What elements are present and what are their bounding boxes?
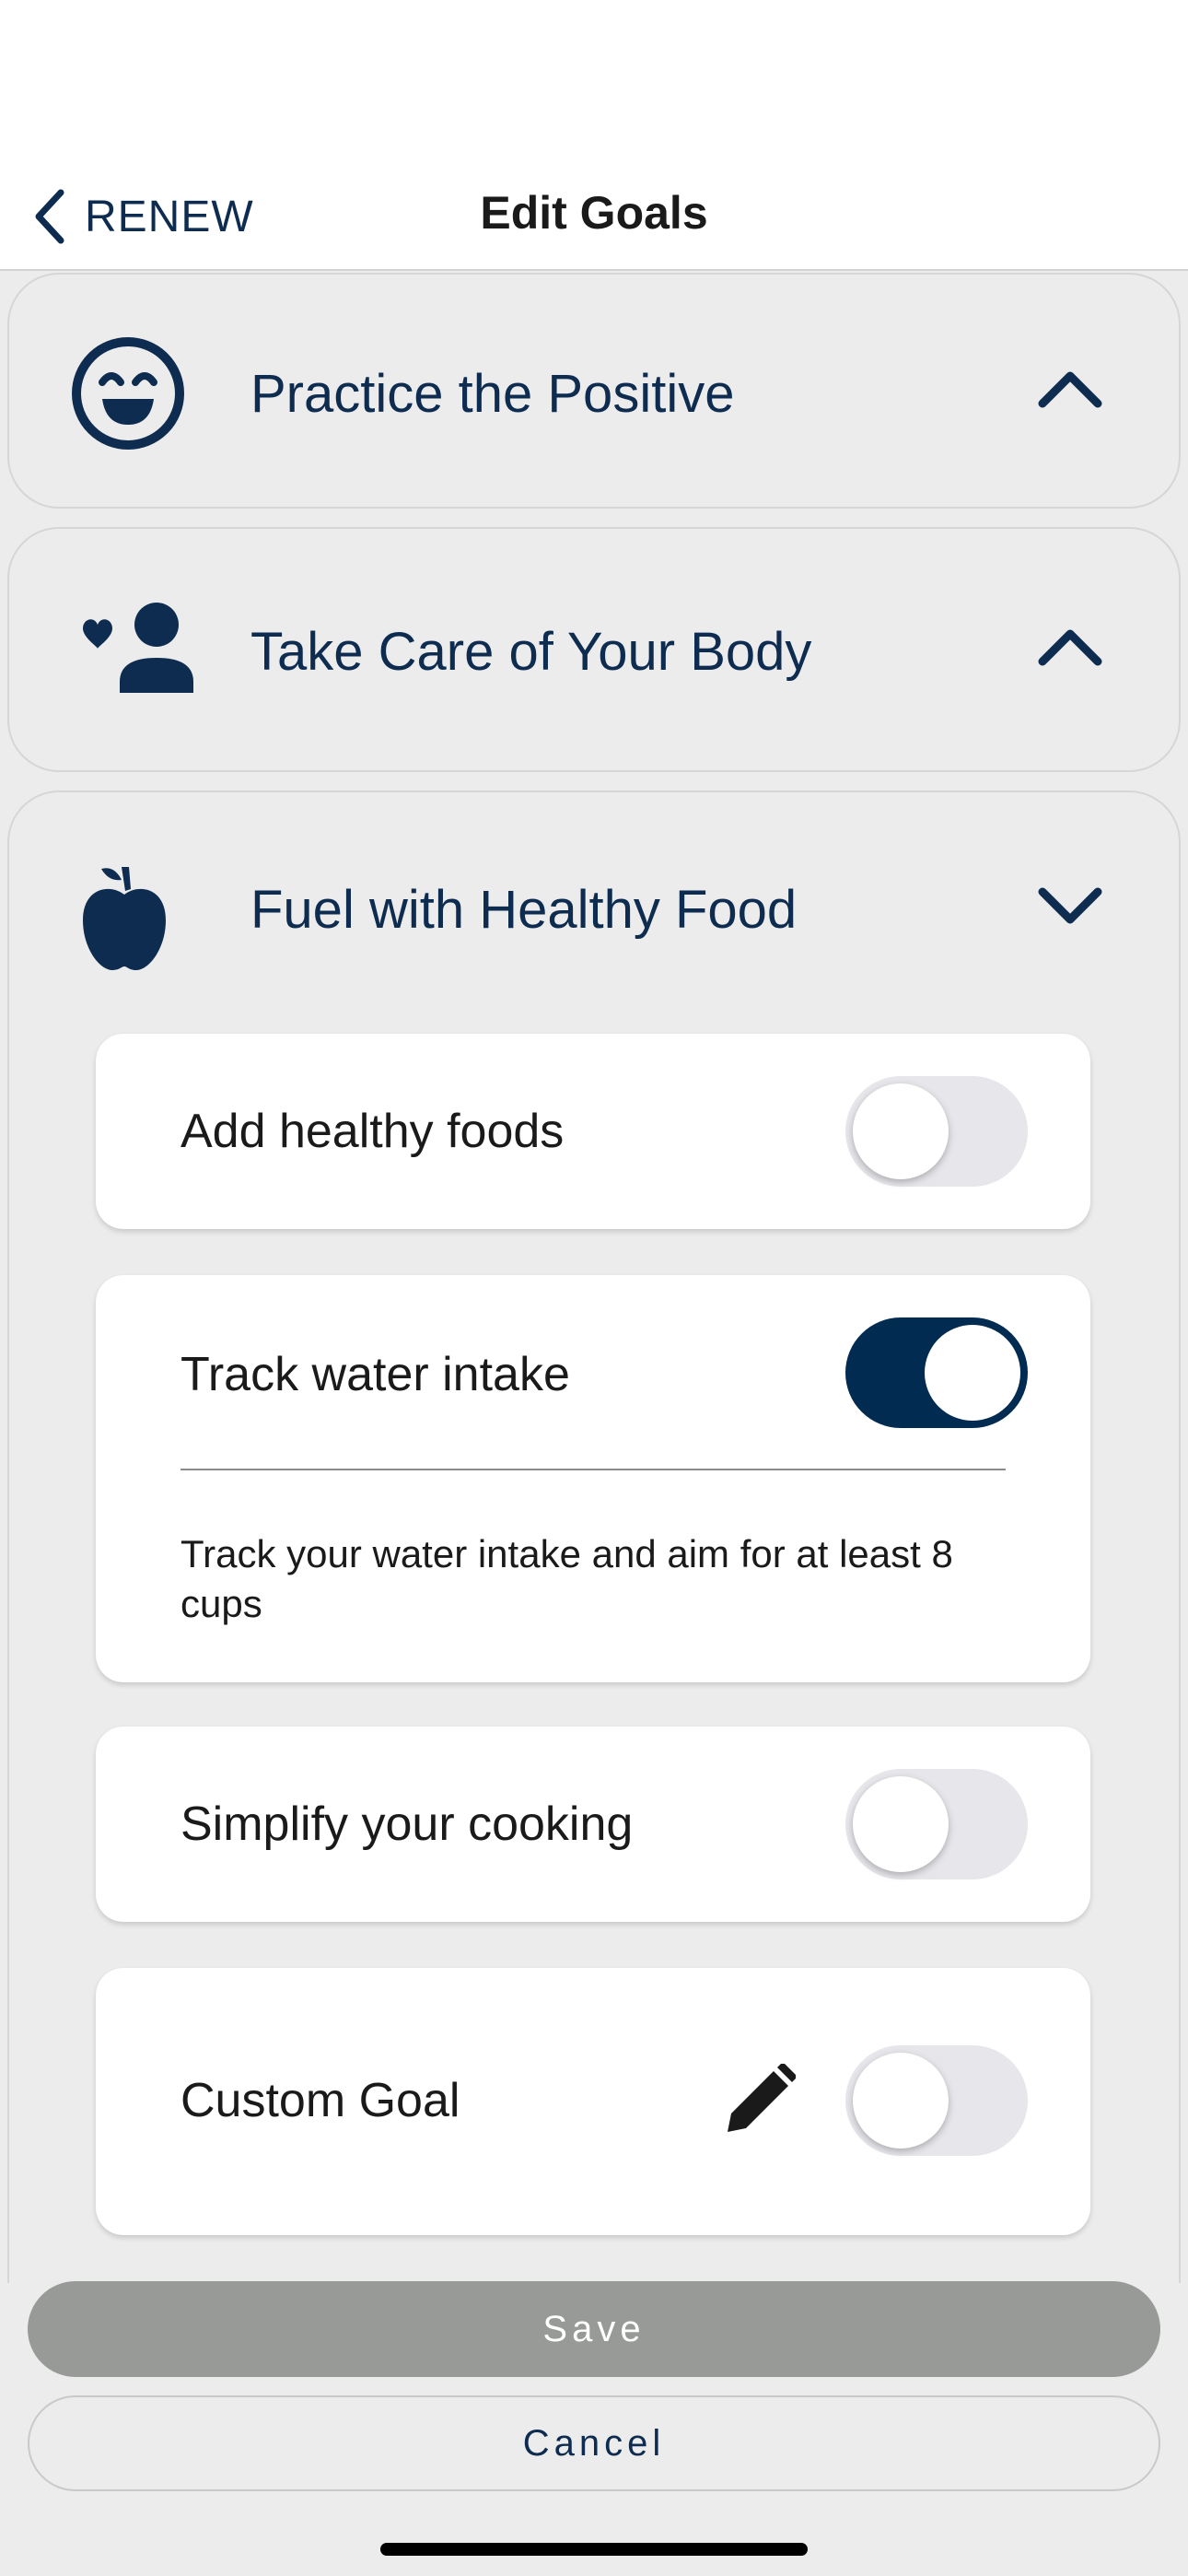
goal-toggle-add-healthy-foods[interactable]	[845, 1076, 1028, 1187]
smiley-face-icon	[68, 334, 188, 453]
goal-card-add-healthy-foods: Add healthy foods	[96, 1034, 1090, 1229]
goal-label: Simplify your cooking	[181, 1797, 634, 1851]
section-practice-the-positive: Practice the Positive	[7, 273, 1181, 509]
toggle-knob	[853, 1776, 949, 1872]
chevron-down-icon[interactable]	[1033, 877, 1107, 932]
goal-toggle-custom-goal[interactable]	[845, 2045, 1028, 2156]
goal-description: Track your water intake and aim for at l…	[181, 1532, 953, 1625]
pencil-edit-icon[interactable]	[722, 2064, 796, 2137]
section-header-practice-the-positive[interactable]: Practice the Positive	[9, 275, 1179, 510]
section-title: Take Care of Your Body	[250, 622, 812, 682]
section-header-take-care-of-your-body[interactable]: Take Care of Your Body	[9, 529, 1179, 765]
goal-label: Custom Goal	[181, 2074, 460, 2127]
toggle-knob	[925, 1325, 1020, 1421]
goal-label: Track water intake	[181, 1348, 570, 1401]
section-title: Fuel with Healthy Food	[250, 880, 798, 940]
navigation-bar: RENEW Edit Goals	[0, 166, 1188, 271]
chevron-up-icon[interactable]	[1033, 361, 1107, 416]
toggle-knob	[853, 2053, 949, 2149]
apple-icon	[64, 857, 184, 977]
section-title: Practice the Positive	[250, 364, 735, 424]
toggle-knob	[853, 1083, 949, 1179]
status-bar	[0, 0, 1188, 166]
goal-card-custom-goal: Custom Goal	[96, 1968, 1090, 2235]
person-heart-icon	[64, 588, 203, 708]
cancel-button[interactable]: Cancel	[28, 2395, 1160, 2491]
goal-label: Add healthy foods	[181, 1105, 565, 1158]
save-button[interactable]: Save	[28, 2281, 1160, 2377]
section-header-fuel-with-healthy-food[interactable]: Fuel with Healthy Food	[9, 792, 1179, 1028]
goal-card-simplify-your-cooking: Simplify your cooking	[96, 1727, 1090, 1922]
goal-toggle-simplify-your-cooking[interactable]	[845, 1769, 1028, 1879]
goal-card-track-water-intake: Track water intake Track your water inta…	[96, 1275, 1090, 1682]
goal-toggle-track-water-intake[interactable]	[845, 1317, 1028, 1428]
chevron-up-icon[interactable]	[1033, 619, 1107, 674]
page-title: Edit Goals	[480, 187, 708, 239]
divider	[181, 1469, 1006, 1470]
section-take-care-of-your-body: Take Care of Your Body	[7, 527, 1181, 772]
home-indicator	[380, 2543, 808, 2556]
